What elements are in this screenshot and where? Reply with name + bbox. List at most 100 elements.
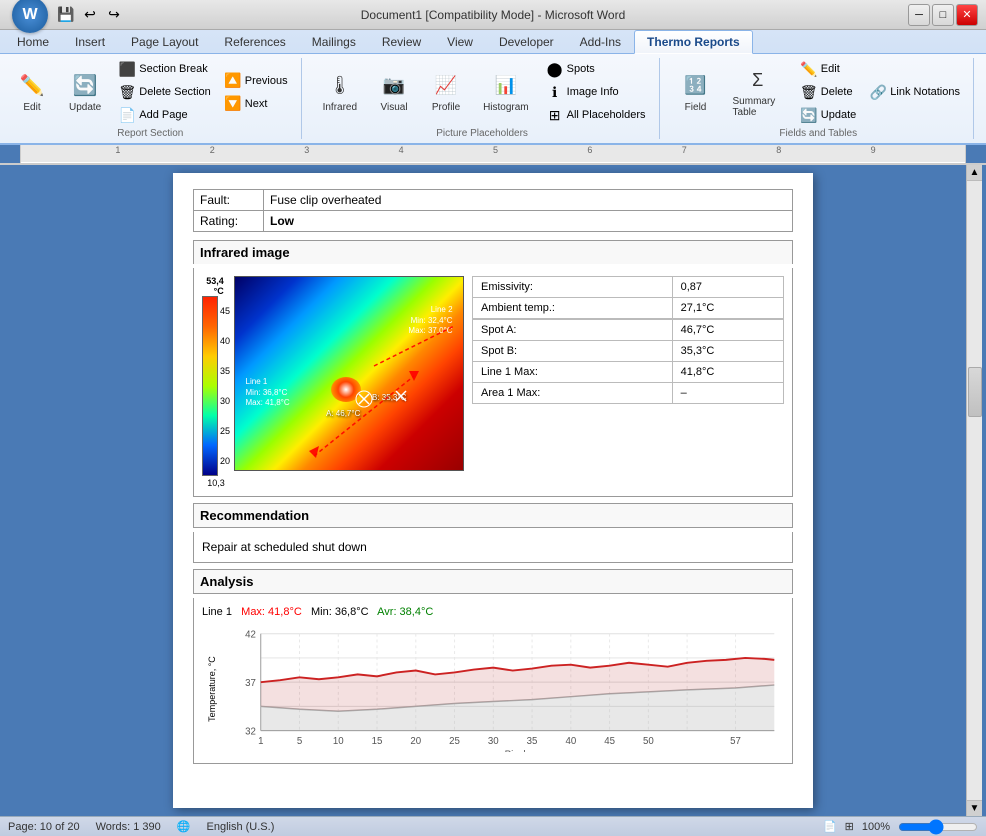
table-row: Rating: Low [194,211,793,232]
table-update-button[interactable]: 🔄 Update [796,104,861,126]
window-title: Document1 [Compatibility Mode] - Microso… [361,8,626,22]
page: Fault: Fuse clip overheated Rating: Low … [173,173,813,808]
table-row: Area 1 Max: – [473,383,784,404]
y-axis-label-container: Temperature, °C [202,622,222,755]
recommendation-heading: Recommendation [193,503,793,528]
view-layout-icon[interactable]: ⊞ [845,820,854,833]
svg-text:10: 10 [333,736,344,747]
tab-page-layout[interactable]: Page Layout [118,30,211,53]
title-bar-left: W 💾 ↩ ↪ [8,0,124,33]
ruler: 1 2 3 4 5 6 7 8 9 [0,145,986,165]
line1-max-value: 41,8°C [672,362,783,383]
colorbar-max: 53,4 °C [206,276,226,296]
picture-placeholders-label: Picture Placeholders [436,128,528,139]
tab-insert[interactable]: Insert [62,30,118,53]
minimize-button[interactable]: ─ [908,4,930,26]
table-row: Line 1 Max: 41,8°C [473,362,784,383]
analysis-content: Line 1 Max: 41,8°C Min: 36,8°C Avr: 38,4… [193,598,793,764]
tab-references[interactable]: References [211,30,298,53]
tab-thermo-reports[interactable]: Thermo Reports [634,30,753,54]
next-icon: 🔽 [225,96,241,112]
svg-text:1: 1 [258,736,263,747]
fault-rating-table: Fault: Fuse clip overheated Rating: Low [193,189,793,232]
image-info-button[interactable]: ℹ Image Info [542,81,651,103]
delete-section-button[interactable]: 🗑 Delete Section [114,81,216,103]
profile-icon: 📈 [432,72,460,100]
svg-text:35: 35 [527,736,538,747]
window-controls: ─ □ ✕ [908,4,978,26]
tab-home[interactable]: Home [4,30,62,53]
previous-icon: 🔼 [225,73,241,89]
save-button[interactable]: 💾 [56,5,76,25]
add-page-icon: 📄 [119,107,135,123]
recommendation-content: Repair at scheduled shut down [193,532,793,563]
ambient-label: Ambient temp.: [473,298,673,320]
scroll-down-button[interactable]: ▼ [967,800,982,816]
ribbon-content: ✏️ Edit 🔄 Update ⬛ Section Break 🗑 Delet… [0,54,986,143]
document-area[interactable]: Fault: Fuse clip overheated Rating: Low … [20,165,966,816]
histogram-button[interactable]: 📊 Histogram [474,67,538,118]
fields-tables-label: Fields and Tables [779,128,857,139]
infrared-image-heading: Infrared image [193,240,793,264]
maximize-button[interactable]: □ [932,4,954,26]
language-label: English (U.S.) [207,821,275,833]
section-actions: ⬛ Section Break 🗑 Delete Section 📄 Add P… [114,58,216,126]
measurements-container: Emissivity: 0,87 Ambient temp.: 27,1°C S… [472,276,784,488]
update-button[interactable]: 🔄 Update [60,67,110,118]
edit-button[interactable]: ✏️ Edit [8,67,56,118]
ribbon: Home Insert Page Layout References Maili… [0,30,986,145]
tab-mailings[interactable]: Mailings [299,30,369,53]
tab-review[interactable]: Review [369,30,434,53]
svg-text:57: 57 [730,736,741,747]
scroll-thumb[interactable] [968,367,982,417]
fault-value: Fuse clip overheated [264,190,793,211]
fault-label: Fault: [194,190,264,211]
spots-button[interactable]: ⬤ Spots [542,58,651,80]
tab-view[interactable]: View [434,30,486,53]
visual-button[interactable]: 📷 Visual [370,67,418,118]
right-margin [982,165,986,816]
colorbar-with-labels: 45 40 35 30 25 20 [202,296,230,476]
emissivity-label: Emissivity: [473,277,673,298]
scroll-track [967,181,982,800]
scrollbar-vertical[interactable]: ▲ ▼ [966,165,982,816]
section-break-button[interactable]: ⬛ Section Break [114,58,216,80]
link-notations-button[interactable]: 🔗 Link Notations [865,81,965,103]
svg-text:37: 37 [245,678,256,689]
ambient-value: 27,1°C [672,298,783,320]
next-button[interactable]: 🔽 Next [220,93,293,115]
add-page-button[interactable]: 📄 Add Page [114,104,216,126]
recommendation-text: Repair at scheduled shut down [202,540,367,554]
office-button[interactable]: W [12,0,48,33]
tab-add-ins[interactable]: Add-Ins [567,30,634,53]
emissivity-value: 0,87 [672,277,783,298]
tab-developer[interactable]: Developer [486,30,567,53]
report-section-buttons: ✏️ Edit 🔄 Update ⬛ Section Break 🗑 Delet… [8,58,293,126]
infrared-button[interactable]: 🌡 Infrared [314,67,366,118]
summary-table-button[interactable]: Σ Summary Table [724,61,792,123]
table-edit-button[interactable]: ✏️ Edit [796,58,861,80]
zoom-slider[interactable] [898,821,978,833]
all-placeholders-button[interactable]: ⊞ All Placeholders [542,104,651,126]
chart-avr-label: Avr: 38,4°C [377,606,433,618]
profile-button[interactable]: 📈 Profile [422,67,470,118]
table-edit-icon: ✏️ [801,61,817,77]
view-normal-icon[interactable]: 📄 [823,820,837,833]
undo-button[interactable]: ↩ [80,5,100,25]
picture-placeholder-buttons: 🌡 Infrared 📷 Visual 📈 Profile 📊 Histogra… [314,58,651,126]
close-button[interactable]: ✕ [956,4,978,26]
fields-tables-buttons: 🔢 Field Σ Summary Table ✏️ Edit 🗑 Delete [672,58,965,126]
spot-b-value: 35,3°C [672,341,783,362]
status-bar: Page: 10 of 20 Words: 1 390 🌐 English (U… [0,816,986,836]
redo-button[interactable]: ↪ [104,5,124,25]
field-button[interactable]: 🔢 Field [672,67,720,118]
zoom-level: 100% [862,821,890,833]
svg-text:45: 45 [604,736,615,747]
colorbar [202,296,218,476]
chart-area: 42 37 32 [222,622,784,755]
delete-section-icon: 🗑 [119,84,135,100]
table-delete-button[interactable]: 🗑 Delete [796,81,861,103]
image-info-icon: ℹ [547,84,563,100]
scroll-up-button[interactable]: ▲ [967,165,982,181]
previous-button[interactable]: 🔼 Previous [220,70,293,92]
